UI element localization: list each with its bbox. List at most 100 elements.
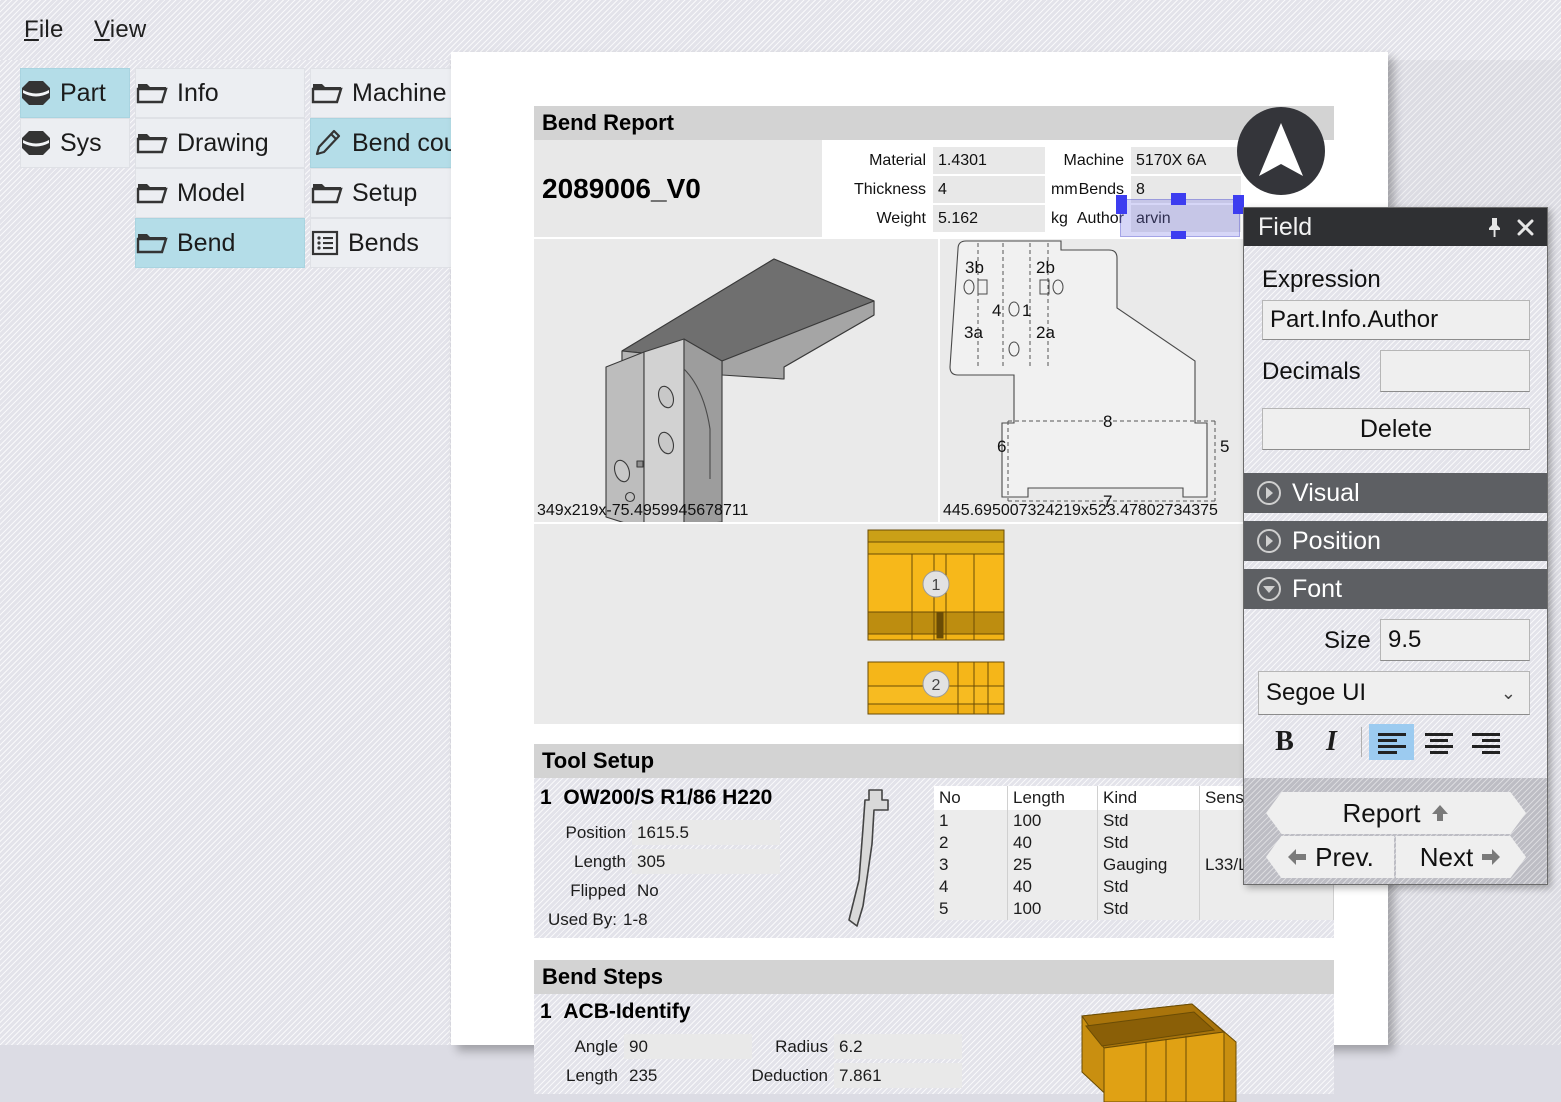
prev-button[interactable]: Prev. [1266,836,1394,878]
svg-text:2b: 2b [1036,258,1055,277]
step-radius-label: Radius [775,1036,828,1056]
ribbon-item-info[interactable]: Info [135,68,305,118]
bold-button[interactable]: B [1262,724,1307,760]
field-selection-marquee[interactable] [1116,193,1244,243]
ribbon-panel: Part Sys Info Drawing Model Bend Machine… [0,60,515,1045]
tool-used-by-label: Used By: [548,909,617,929]
field-weight-value: 5.162 [933,205,1045,232]
cell-no: 1 [934,810,1008,832]
field-material[interactable]: Material 1.4301 [834,147,1045,174]
arrow-up-icon [1431,805,1448,821]
sequence-step-1-label: 1 [932,577,941,594]
field-machine-label: Machine [1063,151,1124,169]
tool-row-length[interactable]: Length 305 [534,849,780,874]
ribbon-label: Drawing [177,128,269,157]
decimals-label: Decimals [1262,358,1361,385]
field-material-label: Material [869,151,926,169]
bend-steps-body: 1 ACB-Identify Angle 90 Radius 6.2 Lengt… [534,994,1334,1102]
part-number: 2089006_V0 [534,140,822,237]
col-kind: Kind [1097,786,1200,810]
italic-button[interactable]: I [1309,724,1354,760]
font-family-select[interactable]: Segoe UI ⌄ [1258,671,1530,715]
tool-length-value: 305 [632,849,780,874]
expression-label: Expression [1262,266,1381,293]
tool-row-used-by: Used By: 1-8 [548,907,648,932]
tool-position-label: Position [565,822,626,842]
align-right-button[interactable] [1463,724,1508,760]
section-visual[interactable]: Visual [1244,473,1547,513]
tool-setup-body: 1 OW200/S R1/86 H220 Position 1615.5 Len… [534,778,1334,938]
decimals-input[interactable] [1380,350,1530,392]
step-row-angle[interactable]: Angle 90 [564,1034,752,1059]
field-bends[interactable]: Bends 8 [1042,176,1241,203]
pencil-icon [315,129,341,156]
align-left-icon [1377,733,1406,754]
field-material-value: 1.4301 [933,147,1045,174]
folder-icon [136,184,168,204]
step-deduction-label: Deduction [751,1065,828,1085]
next-button[interactable]: Next [1396,836,1526,878]
pane-3d-model[interactable]: 349x219x-75.4959945678711 [534,239,938,530]
ribbon-item-model[interactable]: Model [135,168,305,218]
svg-text:5: 5 [1220,437,1229,456]
section-font[interactable]: Font [1244,569,1547,609]
ribbon-label: Setup [352,178,418,207]
size-input[interactable]: 9.5 [1380,619,1530,661]
model-3d-drawing [605,258,875,530]
font-style-toolbar: B I [1262,724,1508,760]
section-position[interactable]: Position [1244,521,1547,561]
resize-handle-top[interactable] [1171,193,1186,205]
report-nav-bar: Report Prev. Next [1244,778,1547,884]
resize-handle-left[interactable] [1116,195,1127,214]
ribbon-item-sys[interactable]: Sys [20,118,130,168]
bend-sequence-panel: 1 2 [534,524,1334,724]
cell-kind: Std [1097,810,1200,832]
bend-step-name: 1 ACB-Identify [540,1000,691,1023]
ribbon-label: Model [177,178,246,207]
sys-icon [22,131,50,155]
ribbon-item-bend[interactable]: Bend [135,218,305,268]
bend-steps-title: Bend Steps [542,964,664,989]
align-center-button[interactable] [1416,724,1461,760]
step-angle-label: Angle [574,1036,618,1056]
field-bends-value: 8 [1131,176,1241,203]
arrow-left-icon [1288,849,1307,865]
pin-icon[interactable] [1486,217,1503,238]
report-button[interactable]: Report [1266,792,1526,834]
field-thickness-value: 4 [933,176,1045,203]
tool-row-flipped[interactable]: Flipped No [534,878,659,903]
align-left-button[interactable] [1369,724,1414,760]
preview-panes: 349x219x-75.4959945678711 3b 2b 4 1 3a 2… [534,239,1334,530]
tool-name: 1 OW200/S R1/86 H220 [540,786,773,809]
cell-length: 40 [1007,876,1098,898]
step-row-radius[interactable]: Radius 6.2 [762,1034,962,1059]
delete-button[interactable]: Delete [1262,408,1530,450]
menu-view[interactable]: View [94,16,146,44]
step-row-deduction[interactable]: Deduction 7.861 [740,1063,962,1088]
svg-text:3b: 3b [965,258,984,277]
expression-input[interactable]: Part.Info.Author [1262,300,1530,340]
table-row[interactable]: 5 100 Std [934,898,1334,920]
col-no: No [934,786,1008,810]
menu-file[interactable]: FFileile [24,16,64,44]
cell-length: 100 [1007,810,1098,832]
folder-icon [311,184,343,204]
ribbon-item-drawing[interactable]: Drawing [135,118,305,168]
ribbon-item-part[interactable]: Part [20,68,130,118]
step-radius-value: 6.2 [834,1034,962,1059]
chevron-right-icon [1257,481,1281,505]
field-machine[interactable]: Machine 5170X 6A [1042,147,1241,174]
folder-icon [136,234,168,254]
tool-setup-section: Tool Setup 1 OW200/S R1/86 H220 Position… [534,744,1334,938]
folder-icon [311,84,343,104]
tool-row-position[interactable]: Position 1615.5 [534,820,780,845]
svg-text:2a: 2a [1036,323,1055,342]
ribbon-label: Bends [348,228,419,257]
bend-step-preview-drawing [1081,1003,1237,1102]
list-icon [311,230,339,256]
close-icon[interactable] [1516,218,1535,237]
arrow-right-icon [1482,849,1501,865]
step-row-length[interactable]: Length 235 [564,1063,752,1088]
svg-text:8: 8 [1103,412,1112,431]
cell-no: 4 [934,876,1008,898]
